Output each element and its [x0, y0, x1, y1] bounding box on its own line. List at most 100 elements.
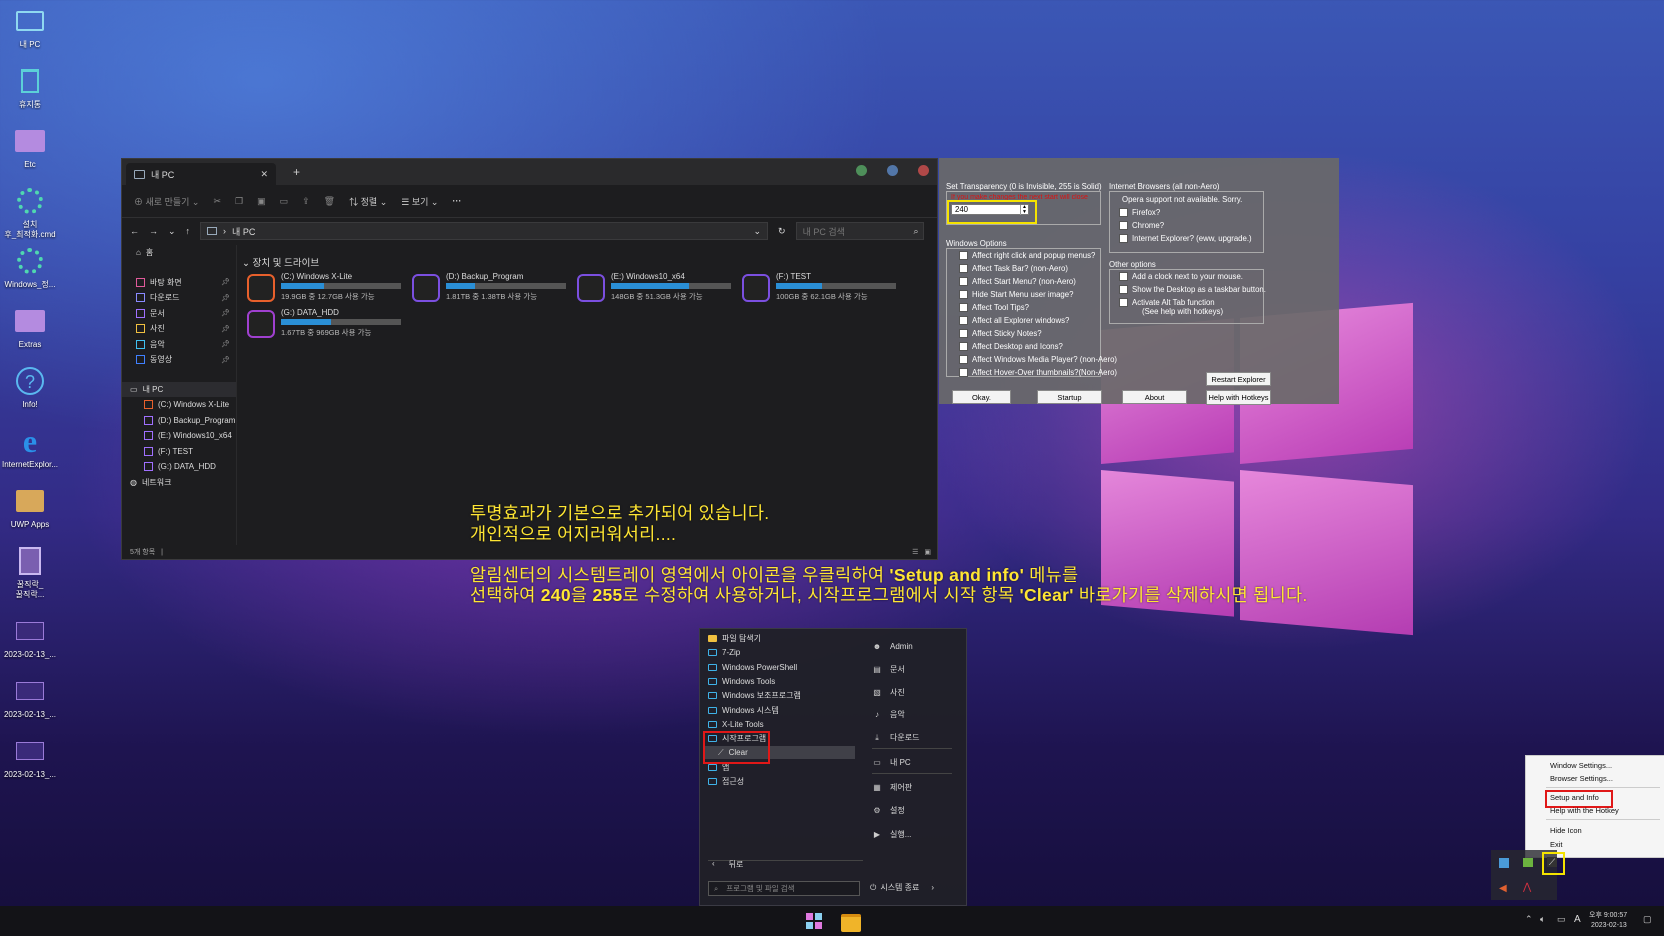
desktop-icon[interactable]: Windows_정... — [2, 244, 58, 290]
start-menu-folder[interactable]: 접근성 — [708, 775, 744, 788]
file-explorer-window[interactable]: 내 PC ✕ + ⊕ 새로 만들기 ⌄ ✂ ❐ ▣ ▭ ⇪ 🗑 ⇅ 정렬 ⌄ ☰… — [121, 158, 938, 560]
windows-option-checkbox[interactable]: Affect Start Menu? (non-Aero) — [959, 277, 1076, 286]
copy-icon[interactable]: ❐ — [235, 196, 243, 207]
nav-quick-item[interactable]: 동영상 📌︎ — [122, 352, 236, 368]
menu-window-settings[interactable]: Window Settings... — [1550, 761, 1612, 770]
start-menu-folder[interactable]: 파일 탐색기 — [708, 632, 761, 645]
windows-option-checkbox[interactable]: Affect Windows Media Player? (non-Aero) — [959, 355, 1117, 364]
browser-checkbox[interactable]: Internet Explorer? (eww, upgrade.) — [1119, 234, 1252, 243]
desktop-icon[interactable]: 휴지통 — [2, 64, 58, 110]
desktop-icon[interactable]: 2023-02-13_... — [2, 734, 58, 780]
windows-option-checkbox[interactable]: Affect right click and popup menus? — [959, 251, 1095, 260]
share-icon[interactable]: ⇪ — [302, 196, 310, 207]
windows-option-checkbox[interactable]: Affect Tool Tips? — [959, 303, 1029, 312]
details-view-icon[interactable]: ☰ — [912, 548, 918, 556]
nav-drive-item[interactable]: (C:) Windows X-Lite — [122, 397, 236, 413]
clock-date[interactable]: 2023-02-13 — [1591, 922, 1627, 929]
clock-time[interactable]: 오후 9:00:57 — [1589, 910, 1627, 920]
file-explorer-taskbar-icon[interactable] — [841, 914, 861, 932]
browser-checkbox[interactable]: Chrome? — [1119, 221, 1164, 230]
drive-tile[interactable]: (D:) Backup_Program 1.81TB 중 1.38TB 사용 가능 — [412, 272, 572, 306]
close-tab-icon[interactable]: ✕ — [260, 169, 268, 180]
other-option-checkbox[interactable]: Show the Desktop as a taskbar button. — [1119, 285, 1266, 294]
menu-hide-icon[interactable]: Hide Icon — [1550, 826, 1582, 835]
okay-button[interactable]: Okay. — [952, 390, 1011, 404]
back-button[interactable]: ‹ 뒤로 — [712, 859, 743, 870]
nav-drive-item[interactable]: (E:) Windows10_x64 — [122, 428, 236, 444]
windows-option-checkbox[interactable]: Affect Desktop and Icons? — [959, 342, 1063, 351]
desktop-icon[interactable]: Etc — [2, 124, 58, 170]
input-language[interactable]: A — [1574, 914, 1581, 925]
nav-quick-item[interactable]: 사진 📌︎ — [122, 321, 236, 337]
shutdown-button[interactable]: ⏻ 시스템 종료 › — [870, 882, 934, 893]
tiles-view-icon[interactable]: ▣ — [924, 548, 931, 556]
nav-this-pc[interactable]: ▭ 내 PC — [122, 381, 236, 397]
drive-tile[interactable]: (C:) Windows X-Lite 19.9GB 중 12.7GB 사용 가능 — [247, 272, 407, 306]
desktop-icon[interactable]: Extras — [2, 304, 58, 350]
start-place-item[interactable]: ▧ 사진 — [872, 687, 905, 698]
sort-button[interactable]: ⇅ 정렬 ⌄ — [349, 195, 387, 208]
close-button[interactable] — [918, 165, 929, 176]
nav-network[interactable]: ◍ 네트워크 — [122, 475, 236, 491]
nav-drive-item[interactable]: (D:) Backup_Program — [122, 413, 236, 429]
start-place-item[interactable]: ▭ 내 PC — [872, 757, 910, 768]
nav-quick-item[interactable]: 다운로드 📌︎ — [122, 290, 236, 306]
start-menu-folder[interactable]: X-Lite Tools — [708, 718, 764, 731]
other-option-checkbox[interactable]: Activate Alt Tab function — [1119, 298, 1215, 307]
desktop-icon[interactable]: ? Info! — [2, 364, 58, 410]
desktop-icon[interactable]: 설치 후_최적화.cmd — [2, 184, 58, 240]
nav-quick-item[interactable]: 음악 📌︎ — [122, 337, 236, 353]
desktop-icon[interactable]: 2023-02-13_... — [2, 614, 58, 660]
menu-help-hotkey[interactable]: Help with the Hotkey — [1550, 806, 1619, 815]
rename-icon[interactable]: ▭ — [280, 196, 289, 207]
paste-icon[interactable]: ▣ — [257, 196, 266, 207]
explorer-tab[interactable]: 내 PC ✕ — [126, 163, 276, 185]
delete-icon[interactable]: 🗑 — [324, 196, 335, 207]
desktop-icon[interactable]: UWP Apps — [2, 484, 58, 530]
section-header[interactable]: ⌄ 장치 및 드라이브 — [242, 255, 319, 269]
colorful-tray-icon[interactable]: ⋀ — [1523, 882, 1531, 893]
nav-drive-item[interactable]: (F:) TEST — [122, 444, 236, 460]
windows-option-checkbox[interactable]: Affect Hover-Over thumbnails?(Non-Aero) — [959, 368, 1117, 377]
address-dropdown-icon[interactable]: ⌄ — [754, 226, 762, 237]
tray-overflow-chevron-icon[interactable]: ⌃ — [1525, 914, 1533, 925]
start-place-item[interactable]: ♪ 음악 — [872, 709, 905, 720]
maximize-button[interactable] — [887, 165, 898, 176]
app-tray-icon[interactable] — [1499, 858, 1509, 868]
nav-quick-item[interactable]: 문서 📌︎ — [122, 306, 236, 322]
start-place-item[interactable]: ⚙ 설정 — [872, 805, 904, 816]
other-option-checkbox[interactable]: Add a clock next to your mouse. — [1119, 272, 1243, 281]
spin-arrows-icon[interactable]: ▲ ▼ — [1020, 204, 1028, 215]
about-button[interactable]: About — [1122, 390, 1187, 404]
address-bar[interactable]: › 내 PC ⌄ — [200, 222, 769, 240]
start-place-item[interactable]: ☻ Admin — [872, 642, 913, 651]
menu-browser-settings[interactable]: Browser Settings... — [1550, 774, 1613, 783]
start-menu-folder[interactable]: Windows Tools — [708, 675, 775, 688]
speaker-tray-icon[interactable]: ◀ — [1499, 883, 1507, 894]
start-button-icon[interactable] — [806, 913, 822, 929]
back-icon[interactable]: ← — [130, 226, 139, 236]
volume-icon[interactable]: 🔈︎ — [1540, 914, 1545, 925]
start-place-item[interactable]: ▤ 문서 — [872, 664, 905, 675]
view-button[interactable]: ☰ 보기 ⌄ — [401, 195, 438, 208]
history-icon[interactable]: ⌄ — [168, 226, 176, 237]
startup-button[interactable]: Startup — [1037, 390, 1102, 404]
start-place-item[interactable]: ▶ 실행... — [872, 829, 911, 840]
new-tab-icon[interactable]: + — [293, 165, 300, 179]
notification-icon[interactable]: ▢ — [1643, 914, 1652, 925]
drive-tile[interactable]: (G:) DATA_HDD 1.67TB 중 969GB 사용 가능 — [247, 308, 407, 342]
start-place-item[interactable]: ⤓ 다운로드 — [872, 732, 919, 743]
desktop-icon[interactable]: 2023-02-13_... — [2, 674, 58, 720]
nav-home[interactable]: ⌂ 홈 — [122, 245, 236, 261]
nav-drive-item[interactable]: (G:) DATA_HDD — [122, 459, 236, 475]
transparency-spinbox[interactable]: 240 ▲ ▼ — [951, 204, 1029, 215]
minimize-button[interactable] — [856, 165, 867, 176]
desktop-icon[interactable]: 꿀직락_ 꿀직락... — [2, 544, 58, 600]
nvidia-tray-icon[interactable] — [1523, 858, 1533, 867]
windows-option-checkbox[interactable]: Affect all Explorer windows? — [959, 316, 1069, 325]
drive-tile[interactable]: (E:) Windows10_x64 148GB 중 51.3GB 사용 가능 — [577, 272, 737, 306]
more-button[interactable]: ··· — [452, 196, 461, 206]
cut-icon[interactable]: ✂ — [213, 196, 221, 207]
up-icon[interactable]: ↑ — [186, 226, 191, 236]
start-menu-folder[interactable]: Windows PowerShell — [708, 661, 797, 674]
